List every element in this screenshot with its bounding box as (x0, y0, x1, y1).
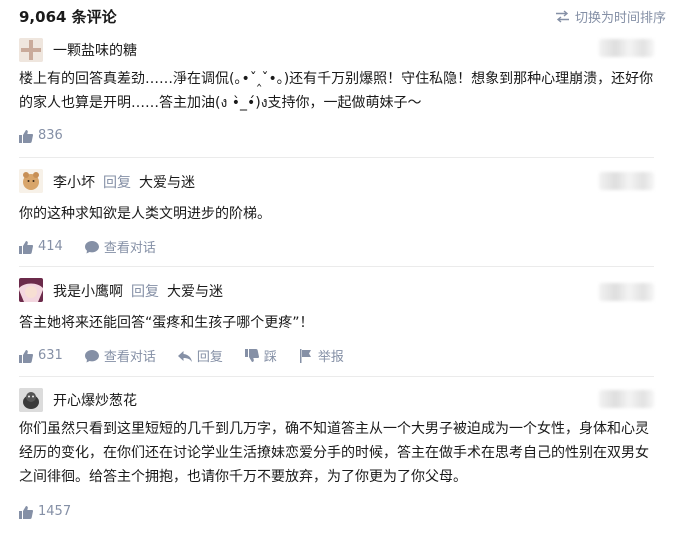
like-button[interactable]: 631 (19, 348, 63, 363)
reply-target[interactable]: 大爱与迷 (167, 281, 223, 301)
like-button[interactable]: 1457 (19, 504, 71, 519)
like-count: 1457 (38, 504, 72, 519)
dislike-button[interactable]: 踩 (244, 346, 277, 365)
like-button[interactable]: 414 (19, 239, 63, 254)
reply-target[interactable]: 大爱与迷 (139, 172, 195, 192)
comment-author[interactable]: 一颗盐味的糖 (53, 40, 137, 60)
comment-item: 开心爆炒葱花 你们虽然只看到这里短短的几千到几万字，确不知道答主从一个大男子被迫… (0, 377, 674, 534)
sort-switch-icon (555, 10, 569, 23)
blurred-timestamp (599, 172, 654, 190)
avatar[interactable] (19, 169, 43, 193)
comment-content: 楼上有的回答真差劲……淨在调侃(｡•ˇ‸ˇ•｡)还有千万别爆照！守住私隐！想象到… (19, 71, 654, 111)
thumbs-up-icon (19, 129, 33, 143)
like-count: 414 (38, 239, 63, 254)
report-button[interactable]: 举报 (299, 346, 344, 365)
chat-bubble-icon (84, 349, 99, 362)
comment-author[interactable]: 我是小鹰啊 (53, 281, 123, 301)
blurred-timestamp (599, 390, 654, 408)
view-conversation-label: 查看对话 (103, 350, 156, 365)
avatar[interactable] (19, 38, 43, 62)
comment-content: 你的这种求知欲是人类文明进步的阶梯。 (19, 206, 271, 222)
reply-label: 回复 (196, 350, 223, 365)
avatar[interactable] (19, 388, 43, 412)
comment-content: 答主她将来还能回答“蛋疼和生孩子哪个更疼”！ (19, 315, 314, 331)
comment-author[interactable]: 李小坏 (53, 172, 95, 192)
like-button[interactable]: 836 (19, 128, 63, 143)
comment-item: 一颗盐味的糖 楼上有的回答真差劲……淨在调侃(｡•ˇ‸ˇ•｡)还有千万别爆照！守… (0, 30, 674, 158)
reply-button[interactable]: 回复 (177, 346, 223, 365)
comment-count: 9,064 条评论 (19, 8, 117, 26)
blurred-timestamp (599, 283, 654, 301)
thumbs-up-icon (19, 505, 33, 519)
view-conversation-label: 查看对话 (103, 241, 156, 256)
chat-bubble-icon (84, 240, 99, 253)
like-count: 836 (38, 128, 63, 143)
view-conversation-button[interactable]: 查看对话 (84, 237, 156, 256)
comments-header: 9,064 条评论 切换为时间排序 (0, 0, 674, 30)
sort-toggle[interactable]: 切换为时间排序 (555, 7, 666, 26)
flag-icon (299, 348, 311, 363)
dislike-label: 踩 (263, 350, 277, 365)
reply-indicator: 回复 (103, 175, 131, 191)
reply-indicator: 回复 (131, 284, 159, 300)
comment-item: 李小坏 回复 大爱与迷 你的这种求知欲是人类文明进步的阶梯。 414 查看对话 (0, 158, 674, 267)
avatar[interactable] (19, 278, 43, 302)
comment-item: 我是小鹰啊 回复 大爱与迷 答主她将来还能回答“蛋疼和生孩子哪个更疼”！ 631… (0, 267, 674, 377)
thumbs-up-icon (19, 349, 33, 363)
reply-arrow-icon (177, 350, 192, 362)
view-conversation-button[interactable]: 查看对话 (84, 346, 156, 365)
blurred-timestamp (599, 39, 654, 57)
like-count: 631 (38, 348, 63, 363)
thumbs-down-icon (244, 348, 259, 362)
report-label: 举报 (317, 350, 344, 365)
comment-content: 你们虽然只看到这里短短的几千到几万字，确不知道答主从一个大男子被迫成为一个女性，… (19, 421, 649, 485)
comment-author[interactable]: 开心爆炒葱花 (53, 390, 137, 410)
sort-label: 切换为时间排序 (574, 11, 666, 26)
thumbs-up-icon (19, 240, 33, 254)
